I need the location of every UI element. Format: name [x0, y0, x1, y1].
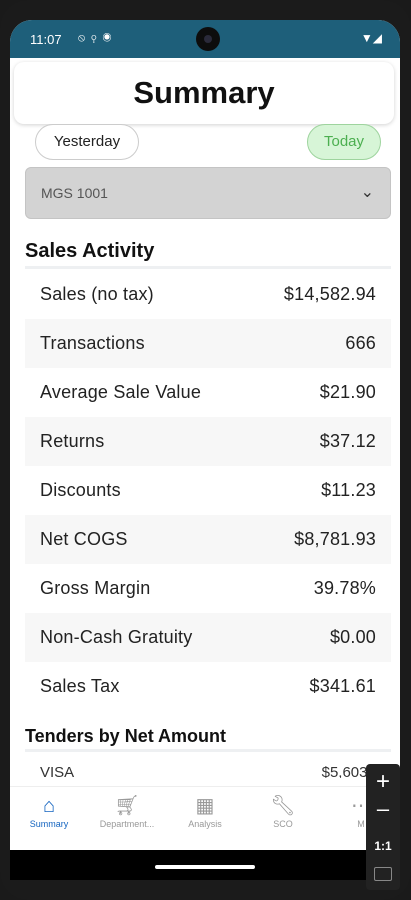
app-screen: 11:07 ⦸⚲◉ ▼◢ Summary Yesterday Today MGS… [10, 20, 400, 880]
row-value: $8,781.93 [294, 529, 376, 549]
row-value: 666 [345, 333, 376, 353]
list-item: Gross Margin 39.78% [25, 564, 391, 613]
wrench-icon: 🔧︎ [270, 795, 296, 817]
bar-chart-icon: ▦ [195, 795, 215, 817]
row-value: $21.90 [319, 382, 376, 402]
row-label: Discounts [40, 480, 121, 500]
list-item: Discounts $11.23 [25, 466, 391, 515]
status-bar: 11:07 ⦸⚲◉ ▼◢ [10, 20, 400, 58]
row-label: Net COGS [40, 529, 128, 549]
home-indicator[interactable] [155, 865, 255, 869]
zoom-in-button[interactable]: + [366, 768, 400, 796]
status-signal-icons: ▼◢ [360, 31, 382, 45]
zoom-controls: + – 1:1 [366, 764, 400, 890]
sales-activity-list: Sales (no tax) $14,582.94 Transactions 6… [25, 270, 391, 711]
bottom-nav: ⌂ Summary 🛒︎ Department... ▦ Analysis 🔧︎… [10, 786, 400, 850]
nav-item-department[interactable]: 🛒︎ Department... [88, 793, 166, 829]
list-item: Average Sale Value $21.90 [25, 368, 391, 417]
list-item: Transactions 666 [25, 319, 391, 368]
nav-item-analysis[interactable]: ▦ Analysis [166, 793, 244, 829]
row-label: Gross Margin [40, 578, 151, 598]
gesture-bar [10, 850, 400, 880]
page-header: Summary [14, 62, 394, 124]
fit-screen-icon[interactable] [374, 867, 392, 881]
row-value: 39.78% [313, 578, 376, 598]
section-divider [25, 266, 391, 269]
status-notification-icons: ⦸⚲◉ [78, 32, 118, 44]
nav-label: Analysis [188, 819, 222, 829]
store-select-value: MGS 1001 [41, 185, 108, 201]
nav-label: SCO [273, 819, 293, 829]
row-label: Sales Tax [40, 676, 120, 696]
row-value: $14,582.94 [283, 284, 376, 304]
yesterday-button[interactable]: Yesterday [35, 124, 139, 160]
tender-row-peek: VISA $5,603.0 [40, 764, 380, 778]
row-label: Non-Cash Gratuity [40, 627, 193, 647]
nav-label: Summary [29, 819, 69, 829]
home-icon: ⌂ [42, 795, 56, 817]
row-value: $37.12 [319, 431, 376, 451]
sales-activity-title: Sales Activity [25, 240, 155, 262]
device-frame: 11:07 ⦸⚲◉ ▼◢ Summary Yesterday Today MGS… [0, 0, 411, 900]
tender-label: VISA [40, 764, 75, 778]
status-time: 11:07 [30, 32, 62, 47]
zoom-ratio-button[interactable]: 1:1 [366, 839, 400, 853]
row-value: $341.61 [309, 676, 376, 696]
nav-item-summary[interactable]: ⌂ Summary [10, 793, 88, 829]
row-value: $0.00 [329, 627, 376, 647]
list-item: Sales (no tax) $14,582.94 [25, 270, 391, 319]
today-button[interactable]: Today [307, 124, 381, 160]
row-label: Transactions [40, 333, 145, 353]
page-title: Summary [133, 75, 275, 110]
list-item: Returns $37.12 [25, 417, 391, 466]
section-divider [25, 749, 391, 752]
tenders-title: Tenders by Net Amount [25, 726, 227, 746]
row-label: Returns [40, 431, 105, 451]
list-item: Non-Cash Gratuity $0.00 [25, 613, 391, 662]
list-item: Sales Tax $341.61 [25, 662, 391, 711]
row-label: Sales (no tax) [40, 284, 154, 304]
zoom-out-button[interactable]: – [366, 796, 400, 822]
row-label: Average Sale Value [40, 382, 202, 402]
camera-cutout [196, 27, 220, 51]
store-select[interactable]: MGS 1001 ⌄ [25, 167, 391, 219]
cart-icon: 🛒︎ [114, 795, 140, 817]
row-value: $11.23 [321, 480, 376, 500]
list-item: Net COGS $8,781.93 [25, 515, 391, 564]
chevron-down-icon: ⌄ [360, 184, 374, 201]
nav-item-sco[interactable]: 🔧︎ SCO [244, 793, 322, 829]
nav-label: Department... [99, 819, 155, 829]
